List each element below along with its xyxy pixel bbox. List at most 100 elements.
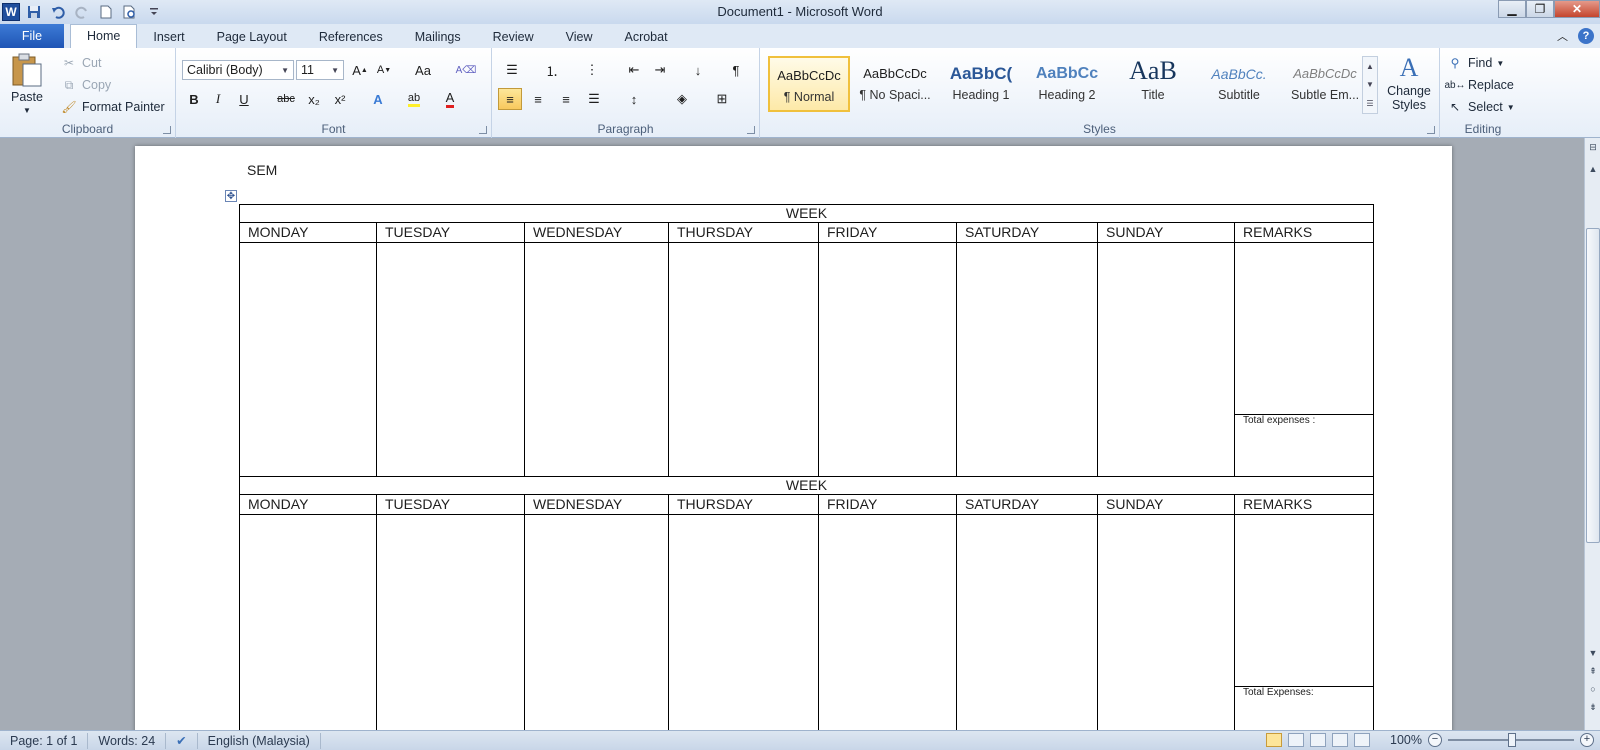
- minimize-ribbon-icon[interactable]: ︿: [1557, 28, 1568, 44]
- scrollbar-thumb[interactable]: [1586, 228, 1600, 543]
- day-header-saturday[interactable]: SATURDAY: [956, 494, 1098, 515]
- save-icon[interactable]: [24, 2, 44, 22]
- tab-home[interactable]: Home: [70, 24, 138, 48]
- show-formatting-button[interactable]: ¶: [724, 59, 748, 81]
- tab-file[interactable]: File: [0, 24, 64, 48]
- shading-button[interactable]: ◈: [670, 88, 694, 110]
- font-name-combo[interactable]: Calibri (Body) ▼: [182, 60, 294, 80]
- paragraph-launcher-icon[interactable]: [747, 126, 755, 134]
- previous-page-icon[interactable]: ⇞: [1585, 666, 1600, 680]
- shrink-font-button[interactable]: A ▼: [372, 59, 396, 81]
- paste-dropdown-icon[interactable]: ▼: [23, 106, 31, 115]
- day-cell[interactable]: [956, 242, 1098, 477]
- day-header-remarks[interactable]: REMARKS: [1234, 494, 1374, 515]
- day-header-sunday[interactable]: SUNDAY: [1097, 222, 1235, 243]
- ruler-toggle-icon[interactable]: ⊟: [1585, 142, 1600, 156]
- day-header-monday[interactable]: MONDAY: [239, 494, 377, 515]
- select-button[interactable]: ↖ Select ▼: [1446, 98, 1515, 116]
- day-cell[interactable]: [376, 514, 525, 730]
- italic-button[interactable]: I: [206, 88, 230, 110]
- zoom-in-icon[interactable]: +: [1580, 733, 1594, 747]
- outline-view-button[interactable]: [1332, 733, 1349, 747]
- day-cell[interactable]: [668, 242, 819, 477]
- style-normal[interactable]: AaBbCcDc ¶ Normal: [768, 56, 850, 112]
- day-cell[interactable]: [524, 514, 669, 730]
- remarks-cell[interactable]: Total expenses :: [1234, 242, 1374, 477]
- tab-view[interactable]: View: [550, 26, 609, 48]
- style-title[interactable]: AaB Title: [1112, 56, 1194, 112]
- zoom-level[interactable]: 100%: [1390, 733, 1422, 747]
- day-cell[interactable]: [956, 514, 1098, 730]
- day-cell[interactable]: [239, 242, 377, 477]
- bullets-button[interactable]: ☰: [500, 59, 524, 81]
- proofing-icon[interactable]: ✔: [166, 732, 198, 749]
- font-size-combo[interactable]: 11 ▼: [296, 60, 344, 80]
- highlight-button[interactable]: ab: [402, 88, 426, 110]
- zoom-slider[interactable]: [1448, 733, 1574, 747]
- style-no-spacing[interactable]: AaBbCcDc ¶ No Spaci...: [854, 56, 936, 112]
- week-header[interactable]: WEEK: [239, 204, 1374, 223]
- browse-object-icon[interactable]: ○: [1585, 684, 1600, 698]
- day-cell[interactable]: [524, 242, 669, 477]
- strikethrough-button[interactable]: abc: [274, 88, 298, 110]
- remarks-cell[interactable]: Total Expenses:: [1234, 514, 1374, 730]
- minimize-button[interactable]: ▁: [1498, 0, 1526, 18]
- print-layout-view-button[interactable]: [1266, 733, 1283, 747]
- scroll-up-icon[interactable]: ▲: [1585, 164, 1600, 178]
- day-header-sunday[interactable]: SUNDAY: [1097, 494, 1235, 515]
- zoom-out-icon[interactable]: −: [1428, 733, 1442, 747]
- day-header-friday[interactable]: FRIDAY: [818, 222, 957, 243]
- grow-font-button[interactable]: A ▲: [348, 59, 372, 81]
- day-header-wednesday[interactable]: WEDNESDAY: [524, 222, 669, 243]
- tab-review[interactable]: Review: [477, 26, 550, 48]
- word-app-icon[interactable]: W: [2, 3, 20, 21]
- bold-button[interactable]: B: [182, 88, 206, 110]
- change-case-button[interactable]: Aa: [408, 59, 438, 81]
- close-button[interactable]: ✕: [1554, 0, 1600, 18]
- cut-button[interactable]: ✂ Cut: [60, 54, 101, 72]
- customize-icon[interactable]: [144, 2, 164, 22]
- maximize-button[interactable]: ❐: [1526, 0, 1554, 18]
- numbering-button[interactable]: ⒈: [540, 59, 564, 81]
- weekly-table[interactable]: WEEK MONDAY TUESDAY WEDNESDAY THURSDAY F…: [239, 204, 1374, 730]
- remarks-area[interactable]: [1235, 515, 1373, 687]
- increase-indent-button[interactable]: ⇥: [648, 59, 672, 81]
- chevron-down-icon[interactable]: ▼: [1366, 80, 1374, 89]
- font-color-button[interactable]: A: [438, 88, 462, 110]
- more-icon[interactable]: ☰: [1366, 99, 1373, 108]
- redo-icon[interactable]: [72, 2, 92, 22]
- day-cell[interactable]: [1097, 514, 1235, 730]
- web-layout-view-button[interactable]: [1310, 733, 1327, 747]
- subscript-button[interactable]: x₂: [302, 88, 326, 110]
- word-count[interactable]: Words: 24: [88, 732, 167, 749]
- style-subtitle[interactable]: AaBbCc. Subtitle: [1198, 56, 1280, 112]
- borders-button[interactable]: ⊞: [710, 88, 734, 110]
- style-heading-2[interactable]: AaBbCc Heading 2: [1026, 56, 1108, 112]
- styles-gallery-scroll[interactable]: ▲ ▼ ☰: [1362, 56, 1378, 114]
- draft-view-button[interactable]: [1354, 733, 1371, 747]
- day-header-tuesday[interactable]: TUESDAY: [376, 494, 525, 515]
- text-effects-button[interactable]: A: [366, 88, 390, 110]
- paste-button[interactable]: Paste ▼: [10, 52, 44, 115]
- day-header-remarks[interactable]: REMARKS: [1234, 222, 1374, 243]
- font-launcher-icon[interactable]: [479, 126, 487, 134]
- print-preview-icon[interactable]: [120, 2, 140, 22]
- remarks-area[interactable]: [1235, 243, 1373, 415]
- clear-formatting-button[interactable]: A⌫: [454, 59, 478, 81]
- find-button[interactable]: ⚲ Find ▼: [1446, 54, 1505, 72]
- week-header[interactable]: WEEK: [239, 476, 1374, 495]
- day-cell[interactable]: [818, 242, 957, 477]
- day-header-wednesday[interactable]: WEDNESDAY: [524, 494, 669, 515]
- new-document-icon[interactable]: [96, 2, 116, 22]
- total-expenses-label[interactable]: Total expenses :: [1235, 415, 1373, 475]
- day-header-monday[interactable]: MONDAY: [239, 222, 377, 243]
- superscript-button[interactable]: x²: [328, 88, 352, 110]
- clipboard-launcher-icon[interactable]: [163, 126, 171, 134]
- style-subtle-emphasis[interactable]: AaBbCcDc Subtle Em...: [1284, 56, 1366, 112]
- day-cell[interactable]: [376, 242, 525, 477]
- day-cell[interactable]: [668, 514, 819, 730]
- day-header-thursday[interactable]: THURSDAY: [668, 222, 819, 243]
- styles-launcher-icon[interactable]: [1427, 126, 1435, 134]
- total-expenses-label[interactable]: Total Expenses:: [1235, 687, 1373, 730]
- align-center-button[interactable]: ≡: [526, 88, 550, 110]
